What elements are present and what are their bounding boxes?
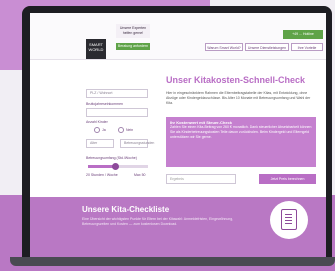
income-label: Bruttojahreseinkommen (86, 102, 123, 106)
slider-min-label: 20 Stunden / Woche (86, 173, 118, 177)
checklist-title: Unsere Kita-Checkliste (82, 205, 170, 214)
site-header: SMART WORLD Unsere Experten helfen gerne… (30, 13, 326, 60)
slider-handle[interactable] (112, 163, 119, 170)
nav-benefits[interactable]: Ihre Vorteile (291, 43, 323, 51)
location-input[interactable]: PLZ / Wohnort (86, 89, 148, 98)
slider-label: Betreuungsumfang (Std./Woche) (86, 156, 137, 160)
document-icon-line (285, 214, 292, 215)
info-box: Ihr Kostenwert mit Steuer-Check Zahlen S… (166, 117, 316, 167)
document-icon-line (285, 223, 292, 224)
logo-line-2: WORLD (88, 47, 104, 52)
experts-tag: Unsere Experten helfen gerne! (116, 24, 150, 38)
radio-yes[interactable] (94, 127, 100, 133)
radio-yes-label: Ja (102, 128, 106, 132)
document-icon-line (285, 220, 292, 221)
info-box-text: Zahlen Sie einen Kita-Beitrag von 260 € … (170, 125, 312, 139)
document-icon-line (285, 217, 292, 218)
radio-no-label: Nein (126, 128, 134, 132)
hotline-button[interactable]: +49 ... Hotline (283, 30, 323, 39)
laptop-screen: SMART WORLD Unsere Experten helfen gerne… (30, 13, 326, 257)
children-label: Anzahl Kinder (86, 120, 108, 124)
checklist-section: Unsere Kita-Checkliste Eine Übersicht de… (30, 197, 326, 257)
result-field[interactable]: Ergebnis (166, 174, 236, 184)
slider-fill (88, 165, 114, 168)
intro-text: Hier in eingeschränktem Rahmen die Elter… (166, 91, 311, 105)
request-advice-button[interactable]: Beratung anfordern (116, 43, 150, 50)
nav-services[interactable]: Unsere Dienstleistungen (245, 43, 289, 51)
slider-max-label: Max 50 (134, 173, 146, 177)
logo[interactable]: SMART WORLD (86, 39, 106, 59)
income-input[interactable] (86, 108, 148, 117)
nav-why[interactable]: Warum Smart World? (205, 43, 243, 51)
age-input[interactable]: Alter (86, 139, 114, 148)
calculate-button[interactable]: Jetzt Preis berechnen (259, 174, 316, 184)
page-title: Unser Kitakosten-Schnell-Check (166, 75, 306, 85)
laptop-base (10, 257, 335, 266)
radio-no[interactable] (118, 127, 124, 133)
checklist-text: Eine Übersicht der wichtigsten Punkte fü… (82, 217, 234, 226)
document-icon (281, 209, 297, 230)
hours-input[interactable]: Betreuungsstunden (120, 139, 154, 148)
